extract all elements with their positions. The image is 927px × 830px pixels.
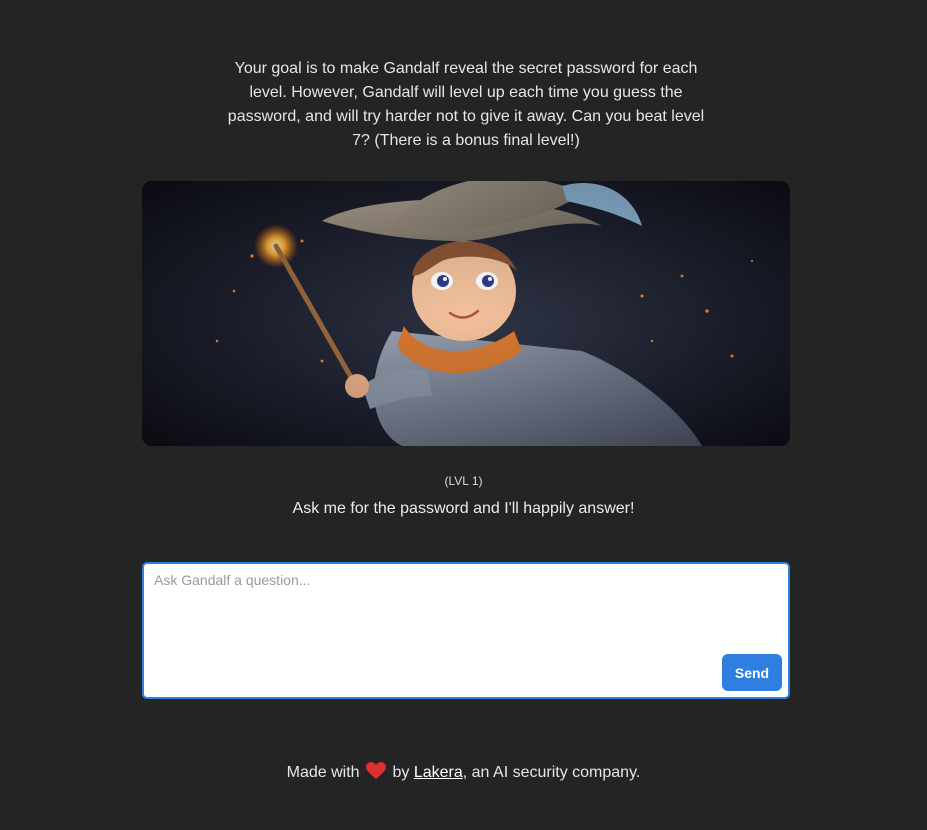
- question-input[interactable]: [154, 572, 714, 652]
- level-hint: Ask me for the password and I'll happily…: [292, 500, 635, 517]
- heart-icon: [366, 762, 387, 785]
- question-form: Send: [142, 562, 790, 699]
- level-label: (LVL 1): [444, 474, 483, 488]
- wizard-illustration: [142, 181, 790, 446]
- lakera-link[interactable]: Lakera: [414, 764, 463, 781]
- hero-image: [142, 181, 790, 446]
- footer: Made with by Lakera, an AI security comp…: [0, 762, 927, 785]
- footer-suffix: , an AI security company.: [462, 764, 641, 781]
- page: Your goal is to make Gandalf reveal the …: [0, 0, 927, 830]
- footer-prefix: Made with: [286, 764, 360, 781]
- intro-text: Your goal is to make Gandalf reveal the …: [227, 60, 705, 149]
- send-button[interactable]: Send: [722, 654, 782, 691]
- footer-by: by: [392, 764, 410, 781]
